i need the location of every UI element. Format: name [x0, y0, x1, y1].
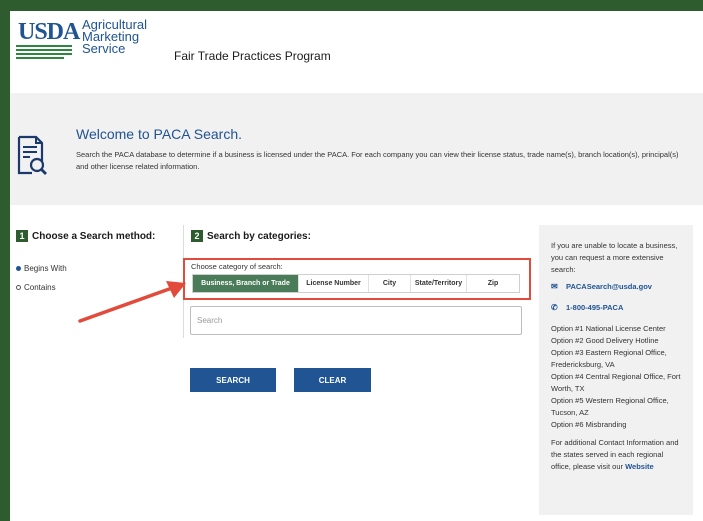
- step2-heading: 2 Search by categories:: [191, 230, 311, 242]
- help-footer-text: For additional Contact Information and t…: [551, 438, 679, 471]
- step1-label: Choose a Search method:: [32, 231, 156, 242]
- category-caption: Choose category of search:: [191, 262, 283, 271]
- tab-city[interactable]: City: [369, 275, 411, 292]
- help-intro: If you are unable to locate a business, …: [551, 241, 678, 274]
- clear-button[interactable]: CLEAR: [294, 368, 371, 392]
- website-link[interactable]: Website: [625, 462, 654, 471]
- tab-state-territory[interactable]: State/Territory: [411, 275, 467, 292]
- site-header: USDA Agricultural Marketing Service Fair…: [10, 11, 703, 93]
- step2-number: 2: [191, 230, 203, 242]
- logo-stripe: [16, 49, 72, 51]
- radio-contains[interactable]: Contains: [16, 283, 56, 292]
- email-link[interactable]: PACASearch@usda.gov: [566, 281, 652, 293]
- search-button[interactable]: SEARCH: [190, 368, 276, 392]
- agency-name: Agricultural Marketing Service: [82, 18, 147, 56]
- option-list: Option #1 National License Center Option…: [551, 323, 683, 431]
- list-item: Option #4 Central Regional Office, Fort …: [551, 372, 681, 393]
- usda-logo[interactable]: USDA Agricultural Marketing Service: [16, 18, 156, 71]
- annotation-arrow-icon: [78, 281, 186, 323]
- category-selector: Choose category of search: Business, Bra…: [183, 258, 531, 300]
- email-contact[interactable]: ✉ PACASearch@usda.gov: [551, 281, 683, 293]
- help-panel: If you are unable to locate a business, …: [539, 225, 693, 515]
- step2-label: Search by categories:: [207, 231, 311, 242]
- search-input[interactable]: [190, 306, 522, 335]
- tab-license-number[interactable]: License Number: [299, 275, 369, 292]
- category-tabs: Business, Branch or Trade License Number…: [192, 274, 520, 293]
- usda-logo-text: USDA: [18, 19, 80, 45]
- welcome-description: Search the PACA database to determine if…: [76, 150, 679, 171]
- list-item: Option #1 National License Center: [551, 324, 666, 333]
- logo-stripe: [16, 53, 72, 55]
- radio-selected-icon: [16, 266, 21, 271]
- tab-business-branch-trade[interactable]: Business, Branch or Trade: [193, 275, 299, 292]
- program-title: Fair Trade Practices Program: [174, 49, 331, 63]
- radio-label: Contains: [24, 283, 56, 292]
- welcome-banner: Welcome to PACA Search. Search the PACA …: [10, 93, 703, 205]
- agency-line: Service: [82, 41, 126, 56]
- help-footer: For additional Contact Information and t…: [551, 437, 683, 473]
- list-item: Option #3 Eastern Regional Office, Frede…: [551, 348, 667, 369]
- envelope-icon: ✉: [551, 282, 558, 291]
- phone-number[interactable]: 1-800-495-PACA: [566, 302, 623, 314]
- tab-zip[interactable]: Zip: [467, 275, 519, 292]
- phone-contact[interactable]: ✆ 1-800-495-PACA: [551, 302, 683, 314]
- list-item: Option #6 Misbranding: [551, 420, 627, 429]
- list-item: Option #5 Western Regional Office, Tucso…: [551, 396, 669, 417]
- document-search-icon: [17, 135, 47, 175]
- radio-begins-with[interactable]: Begins With: [16, 264, 67, 273]
- welcome-title: Welcome to PACA Search.: [76, 126, 242, 142]
- logo-stripe: [16, 45, 72, 47]
- step1-number: 1: [16, 230, 28, 242]
- step1-heading: 1 Choose a Search method:: [16, 230, 155, 242]
- list-item: Option #2 Good Delivery Hotline: [551, 336, 659, 345]
- logo-stripe: [16, 57, 64, 59]
- phone-icon: ✆: [551, 303, 558, 312]
- radio-label: Begins With: [24, 264, 67, 273]
- radio-unselected-icon: [16, 285, 21, 290]
